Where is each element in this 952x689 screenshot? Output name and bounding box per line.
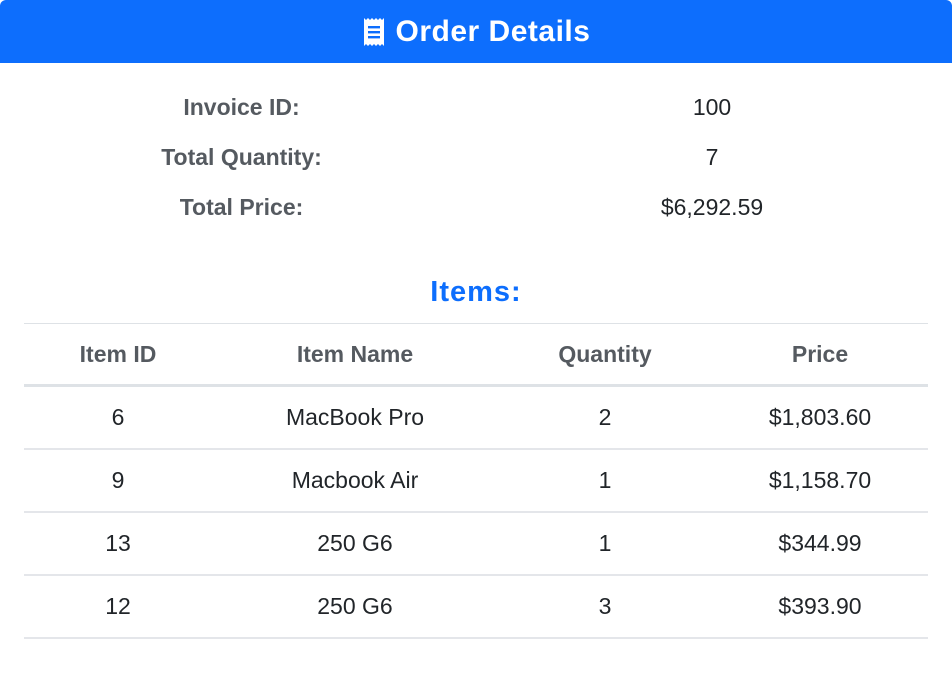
column-header-quantity: Quantity [498,323,712,387]
cell-item-id: 6 [24,385,212,450]
summary-row-total-price: Total Price: $6,292.59 [0,184,952,234]
order-details-header: Order Details [0,0,952,63]
receipt-icon [363,17,384,46]
cell-item-id: 12 [24,575,212,639]
invoice-id-label: Invoice ID: [183,94,300,120]
total-quantity-label: Total Quantity: [161,144,322,170]
cell-quantity: 1 [498,449,712,513]
table-row: 9 Macbook Air 1 $1,158.70 [24,449,928,513]
total-price-label: Total Price: [179,194,304,220]
items-table: Item ID Item Name Quantity Price 6 MacBo… [24,323,928,639]
total-quantity-value: 7 [705,144,719,170]
table-row: 13 250 G6 1 $344.99 [24,512,928,576]
cell-item-name: Macbook Air [212,449,498,513]
cell-item-id: 13 [24,512,212,576]
column-header-item-id: Item ID [24,323,212,387]
cell-quantity: 2 [498,385,712,450]
cell-item-name: MacBook Pro [212,385,498,450]
table-row: 6 MacBook Pro 2 $1,803.60 [24,385,928,450]
table-row: 12 250 G6 3 $393.90 [24,575,928,639]
page-title: Order Details [395,14,591,48]
cell-item-name: 250 G6 [212,575,498,639]
summary-row-invoice-id: Invoice ID: 100 [0,84,952,134]
column-header-price: Price [712,323,928,387]
cell-item-id: 9 [24,449,212,513]
cell-item-name: 250 G6 [212,512,498,576]
cell-price: $1,803.60 [712,385,928,450]
order-summary: Invoice ID: 100 Total Quantity: 7 Total … [0,84,952,234]
summary-row-total-quantity: Total Quantity: 7 [0,134,952,184]
cell-price: $393.90 [712,575,928,639]
cell-price: $1,158.70 [712,449,928,513]
total-price-value: $6,292.59 [660,194,764,220]
invoice-id-value: 100 [692,94,732,120]
cell-quantity: 3 [498,575,712,639]
cell-price: $344.99 [712,512,928,576]
column-header-item-name: Item Name [212,323,498,387]
cell-quantity: 1 [498,512,712,576]
items-section-title: Items: [430,276,522,308]
table-header-row: Item ID Item Name Quantity Price [24,323,928,387]
